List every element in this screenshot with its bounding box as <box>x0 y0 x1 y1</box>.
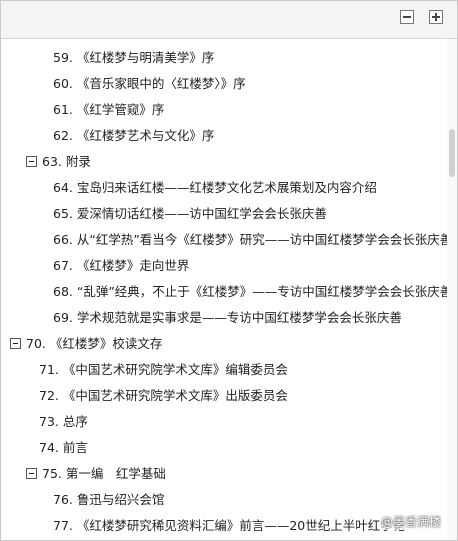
expand-all-icon[interactable] <box>429 10 443 24</box>
watermark: @墨香满楼 <box>378 513 443 530</box>
tree-item[interactable]: 70. 《红楼梦》校读文存 <box>1 331 447 357</box>
tree-item-label: 66. 从“红学热”看当今《红楼梦》研究——访中国红楼梦学会会长张庆善 <box>53 232 447 247</box>
vertical-scrollbar[interactable] <box>447 39 457 540</box>
tree-item[interactable]: 75. 第一编 红学基础 <box>1 461 447 487</box>
tree-item-label: 68. “乱弹”经典，不止于《红楼梦》——专访中国红楼梦学会会长张庆善 <box>53 284 447 299</box>
collapse-node-icon[interactable] <box>10 338 21 349</box>
tree-item-label: 73. 总序 <box>39 414 88 429</box>
tree-item[interactable]: 59. 《红楼梦与明清美学》序 <box>1 45 447 71</box>
collapse-node-icon[interactable] <box>26 156 37 167</box>
tree-item-label: 64. 宝岛归来话红楼——红楼梦文化艺术展策划及内容介绍 <box>53 180 377 195</box>
tree-item[interactable]: 68. “乱弹”经典，不止于《红楼梦》——专访中国红楼梦学会会长张庆善 <box>1 279 447 305</box>
collapse-node-icon[interactable] <box>26 468 37 479</box>
tree-item[interactable]: 61. 《红学管窥》序 <box>1 97 447 123</box>
tree-item[interactable]: 71. 《中国艺术研究院学术文库》编辑委员会 <box>1 357 447 383</box>
tree-item[interactable]: 72. 《中国艺术研究院学术文库》出版委员会 <box>1 383 447 409</box>
tree-item[interactable]: 74. 前言 <box>1 435 447 461</box>
tree-item-label: 72. 《中国艺术研究院学术文库》出版委员会 <box>39 388 288 403</box>
tree-item[interactable]: 67. 《红楼梦》走向世界 <box>1 253 447 279</box>
tree-item-label: 77. 《红楼梦研究稀见资料汇编》前言——20世纪上半叶红学论 <box>53 518 406 533</box>
tree-item-label: 61. 《红学管窥》序 <box>53 102 165 117</box>
tree-item[interactable]: 73. 总序 <box>1 409 447 435</box>
toc-panel: 59. 《红楼梦与明清美学》序 60. 《音乐家眼中的〈红楼梦〉》序 61. 《… <box>0 0 458 541</box>
tree-item-label: 65. 爱深情切话红楼——访中国红学会会长张庆善 <box>53 206 327 221</box>
tree-toolbar <box>1 1 457 39</box>
tree-item[interactable]: 64. 宝岛归来话红楼——红楼梦文化艺术展策划及内容介绍 <box>1 175 447 201</box>
tree-item-label: 76. 鲁迅与绍兴会馆 <box>53 492 165 507</box>
scrollbar-thumb[interactable] <box>449 129 455 177</box>
tree-item-label: 62. 《红楼梦艺术与文化》序 <box>53 128 215 143</box>
tree-item-label: 71. 《中国艺术研究院学术文库》编辑委员会 <box>39 362 288 377</box>
collapse-all-icon[interactable] <box>400 10 414 24</box>
tree-item-label: 69. 学术规范就是实事求是——专访中国红楼梦学会会长张庆善 <box>53 310 402 325</box>
tree-item[interactable]: 63. 附录 <box>1 149 447 175</box>
tree-item[interactable]: 69. 学术规范就是实事求是——专访中国红楼梦学会会长张庆善 <box>1 305 447 331</box>
tree-item-label: 67. 《红楼梦》走向世界 <box>53 258 190 273</box>
tree-item[interactable]: 60. 《音乐家眼中的〈红楼梦〉》序 <box>1 71 447 97</box>
tree-item[interactable]: 62. 《红楼梦艺术与文化》序 <box>1 123 447 149</box>
tree-item[interactable]: 65. 爱深情切话红楼——访中国红学会会长张庆善 <box>1 201 447 227</box>
tree-item-label: 59. 《红楼梦与明清美学》序 <box>53 50 215 65</box>
tree-item[interactable]: 66. 从“红学热”看当今《红楼梦》研究——访中国红楼梦学会会长张庆善 <box>1 227 447 253</box>
tree-item-label: 74. 前言 <box>39 440 88 455</box>
tree-item-label: 75. 第一编 红学基础 <box>42 466 166 481</box>
tree-item[interactable]: 76. 鲁迅与绍兴会馆 <box>1 487 447 513</box>
tree-item-label: 60. 《音乐家眼中的〈红楼梦〉》序 <box>53 76 246 91</box>
tree-item-label: 63. 附录 <box>42 154 91 169</box>
tree-item-label: 70. 《红楼梦》校读文存 <box>26 336 163 351</box>
toc-tree: 59. 《红楼梦与明清美学》序 60. 《音乐家眼中的〈红楼梦〉》序 61. 《… <box>1 39 447 540</box>
